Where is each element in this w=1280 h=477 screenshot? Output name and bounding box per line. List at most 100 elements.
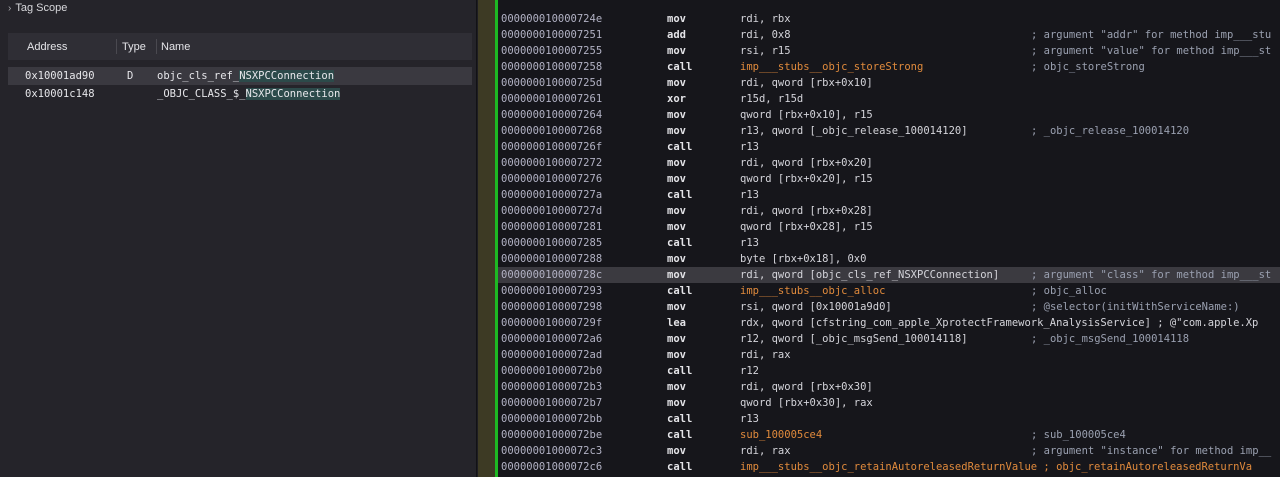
instruction-mnemonic: mov [667,221,686,233]
instruction-address[interactable]: 000000010000727d [501,203,602,219]
instruction-mnemonic: mov [667,349,686,361]
instruction-address[interactable]: 0000000100007268 [501,123,602,139]
disasm-line[interactable]: 0000000100007288 mov byte [rbx+0x18], 0x0 [498,251,1280,267]
symbol-name-prefix: objc_cls_ref_ [157,70,240,82]
disasm-line[interactable]: 0000000100007285 call r13 [498,235,1280,251]
instruction-comment: ; argument "class" for method imp___st [1031,269,1272,281]
disasm-line[interactable]: 00000001000072c6 call imp___stubs__objc_re… [498,459,1280,475]
disassembly-gutter [478,0,498,477]
symbol-name: objc_cls_ref_NSXPCConnection [157,70,472,82]
instruction-mnemonic: mov [667,381,686,393]
disasm-line[interactable]: 000000010000726f call r13 [498,139,1280,155]
symbol-address: 0x10001c148 [25,88,95,100]
instruction-mnemonic: call [667,141,693,153]
instruction-address[interactable]: 0000000100007255 [501,43,602,59]
instruction-operands: r13, qword [_objc_release_100014120] [740,125,968,137]
instruction-address[interactable]: 0000000100007251 [501,27,602,43]
disasm-line[interactable]: 0000000100007276 mov qword [rbx+0x20], r15 [498,171,1280,187]
instruction-address[interactable]: 0000000100007258 [501,59,602,75]
instruction-address[interactable]: 0000000100007285 [501,235,602,251]
symbol-address: 0x10001ad90 [25,70,95,82]
disasm-line[interactable]: 0000000100007264 mov qword [rbx+0x10], r15 [498,107,1280,123]
instruction-address[interactable]: 0000000100007298 [501,299,602,315]
instruction-address[interactable]: 000000010000725d [501,75,602,91]
symbol-row[interactable]: 0x10001ad90 D objc_cls_ref_NSXPCConnecti… [8,67,472,85]
disasm-line[interactable]: 000000010000724e mov rdi, rbx [498,11,1280,27]
instruction-address[interactable]: 00000001000072c6 [501,459,602,475]
disasm-line[interactable]: 00000001000072ad mov rdi, rax [498,347,1280,363]
disasm-line[interactable]: 000000010000725d mov rdi, qword [rbx+0x10] [498,75,1280,91]
instruction-operands: qword [rbx+0x28], r15 [740,221,873,233]
instruction-operands: r12, qword [_objc_msgSend_100014118] [740,333,968,345]
symbol-row[interactable]: 0x10001c148 _OBJC_CLASS_$_NSXPCConnectio… [8,85,472,103]
column-header-address[interactable]: Address [8,33,117,60]
instruction-address[interactable]: 00000001000072b3 [501,379,602,395]
instruction-comment: ; argument "addr" for method imp___stu [1031,29,1272,41]
instruction-address[interactable]: 00000001000072b0 [501,363,602,379]
instruction-address[interactable]: 0000000100007272 [501,155,602,171]
instruction-address[interactable]: 00000001000072bb [501,411,602,427]
instruction-address[interactable]: 0000000100007288 [501,251,602,267]
instruction-mnemonic: mov [667,109,686,121]
instruction-operands: rsi, r15 [740,45,791,57]
instruction-operands: rdi, 0x8 [740,29,791,41]
instruction-mnemonic: mov [667,125,686,137]
chevron-right-icon[interactable]: › [8,3,11,14]
disasm-line[interactable]: 00000001000072b7 mov qword [rbx+0x30], rax [498,395,1280,411]
instruction-address[interactable]: 00000001000072a6 [501,331,602,347]
disasm-line[interactable]: 0000000100007281 mov qword [rbx+0x28], r15 [498,219,1280,235]
column-header-type[interactable]: Type [117,33,157,60]
disasm-line[interactable]: 0000000100007293 call imp___stubs__objc_al… [498,283,1280,299]
disassembly-view[interactable]: 000000010000724e mov rdi, rbx 0000000100007… [478,0,1280,477]
instruction-operands: qword [rbx+0x10], r15 [740,109,873,121]
instruction-address[interactable]: 000000010000728c [501,267,602,283]
disasm-line[interactable]: 0000000100007261 xor r15d, r15d [498,91,1280,107]
instruction-address[interactable]: 000000010000726f [501,139,602,155]
instruction-operands: r13 [740,141,759,153]
instruction-operands: sub_100005ce4 [740,429,823,441]
disasm-line[interactable]: 0000000100007251 add rdi, 0x8 ; argument "a… [498,27,1280,43]
disassembly-listing[interactable]: 000000010000724e mov rdi, rbx 0000000100007… [498,11,1280,475]
disasm-line[interactable]: 0000000100007268 mov r13, qword [_objc_rel… [498,123,1280,139]
instruction-address[interactable]: 00000001000072be [501,427,602,443]
instruction-mnemonic: add [667,29,686,41]
instruction-operands: rdi, qword [rbx+0x30] [740,381,873,393]
instruction-comment: ; argument "instance" for method imp__ [1031,445,1272,457]
instruction-address[interactable]: 00000001000072c3 [501,443,602,459]
disasm-line[interactable]: 0000000100007258 call imp___stubs__objc_st… [498,59,1280,75]
instruction-address[interactable]: 0000000100007276 [501,171,602,187]
disasm-line[interactable]: 00000001000072b3 mov rdi, qword [rbx+0x30] [498,379,1280,395]
column-header-name[interactable]: Name [157,33,472,60]
instruction-address[interactable]: 00000001000072b7 [501,395,602,411]
disasm-line[interactable]: 0000000100007298 mov rsi, qword [0x10001a9… [498,299,1280,315]
disasm-line[interactable]: 00000001000072bb call r13 [498,411,1280,427]
instruction-operands: byte [rbx+0x18], 0x0 [740,253,867,265]
instruction-address[interactable]: 000000010000729f [501,315,602,331]
instruction-mnemonic: call [667,429,693,441]
instruction-address[interactable]: 00000001000072ad [501,347,602,363]
disasm-line[interactable]: 0000000100007255 mov rsi, r15 ; argument "v… [498,43,1280,59]
instruction-mnemonic: mov [667,205,686,217]
disasm-line[interactable]: 000000010000729f lea rdx, qword [cfstring_… [498,315,1280,331]
tag-scope-panel: › Tag Scope Address Type Name 0x10001ad9… [0,0,477,477]
disasm-line[interactable]: 000000010000727d mov rdi, qword [rbx+0x28] [498,203,1280,219]
instruction-address[interactable]: 0000000100007264 [501,107,602,123]
disasm-line[interactable]: 000000010000728c mov rdi, qword [objc_cls_… [498,267,1280,283]
instruction-operands: rdi, rax [740,349,791,361]
instruction-address[interactable]: 0000000100007261 [501,91,602,107]
tag-scope-title: Tag Scope [15,2,68,14]
disasm-line[interactable]: 0000000100007272 mov rdi, qword [rbx+0x20] [498,155,1280,171]
disasm-line[interactable]: 00000001000072c3 mov rdi, rax ; argument "i… [498,443,1280,459]
instruction-mnemonic: mov [667,77,686,89]
instruction-address[interactable]: 0000000100007281 [501,219,602,235]
instruction-address[interactable]: 000000010000727a [501,187,602,203]
disasm-line[interactable]: 00000001000072be call sub_100005ce4 ; sub_1… [498,427,1280,443]
instruction-address[interactable]: 0000000100007293 [501,283,602,299]
disasm-line[interactable]: 00000001000072a6 mov r12, qword [_objc_msg… [498,331,1280,347]
disasm-line[interactable]: 000000010000727a call r13 [498,187,1280,203]
instruction-comment: ; @selector(initWithServiceName:) [1031,301,1240,313]
tag-scope-header[interactable]: › Tag Scope [8,0,67,16]
disasm-line[interactable]: 00000001000072b0 call r12 [498,363,1280,379]
instruction-address[interactable]: 000000010000724e [501,11,602,27]
instruction-mnemonic: call [667,461,693,473]
